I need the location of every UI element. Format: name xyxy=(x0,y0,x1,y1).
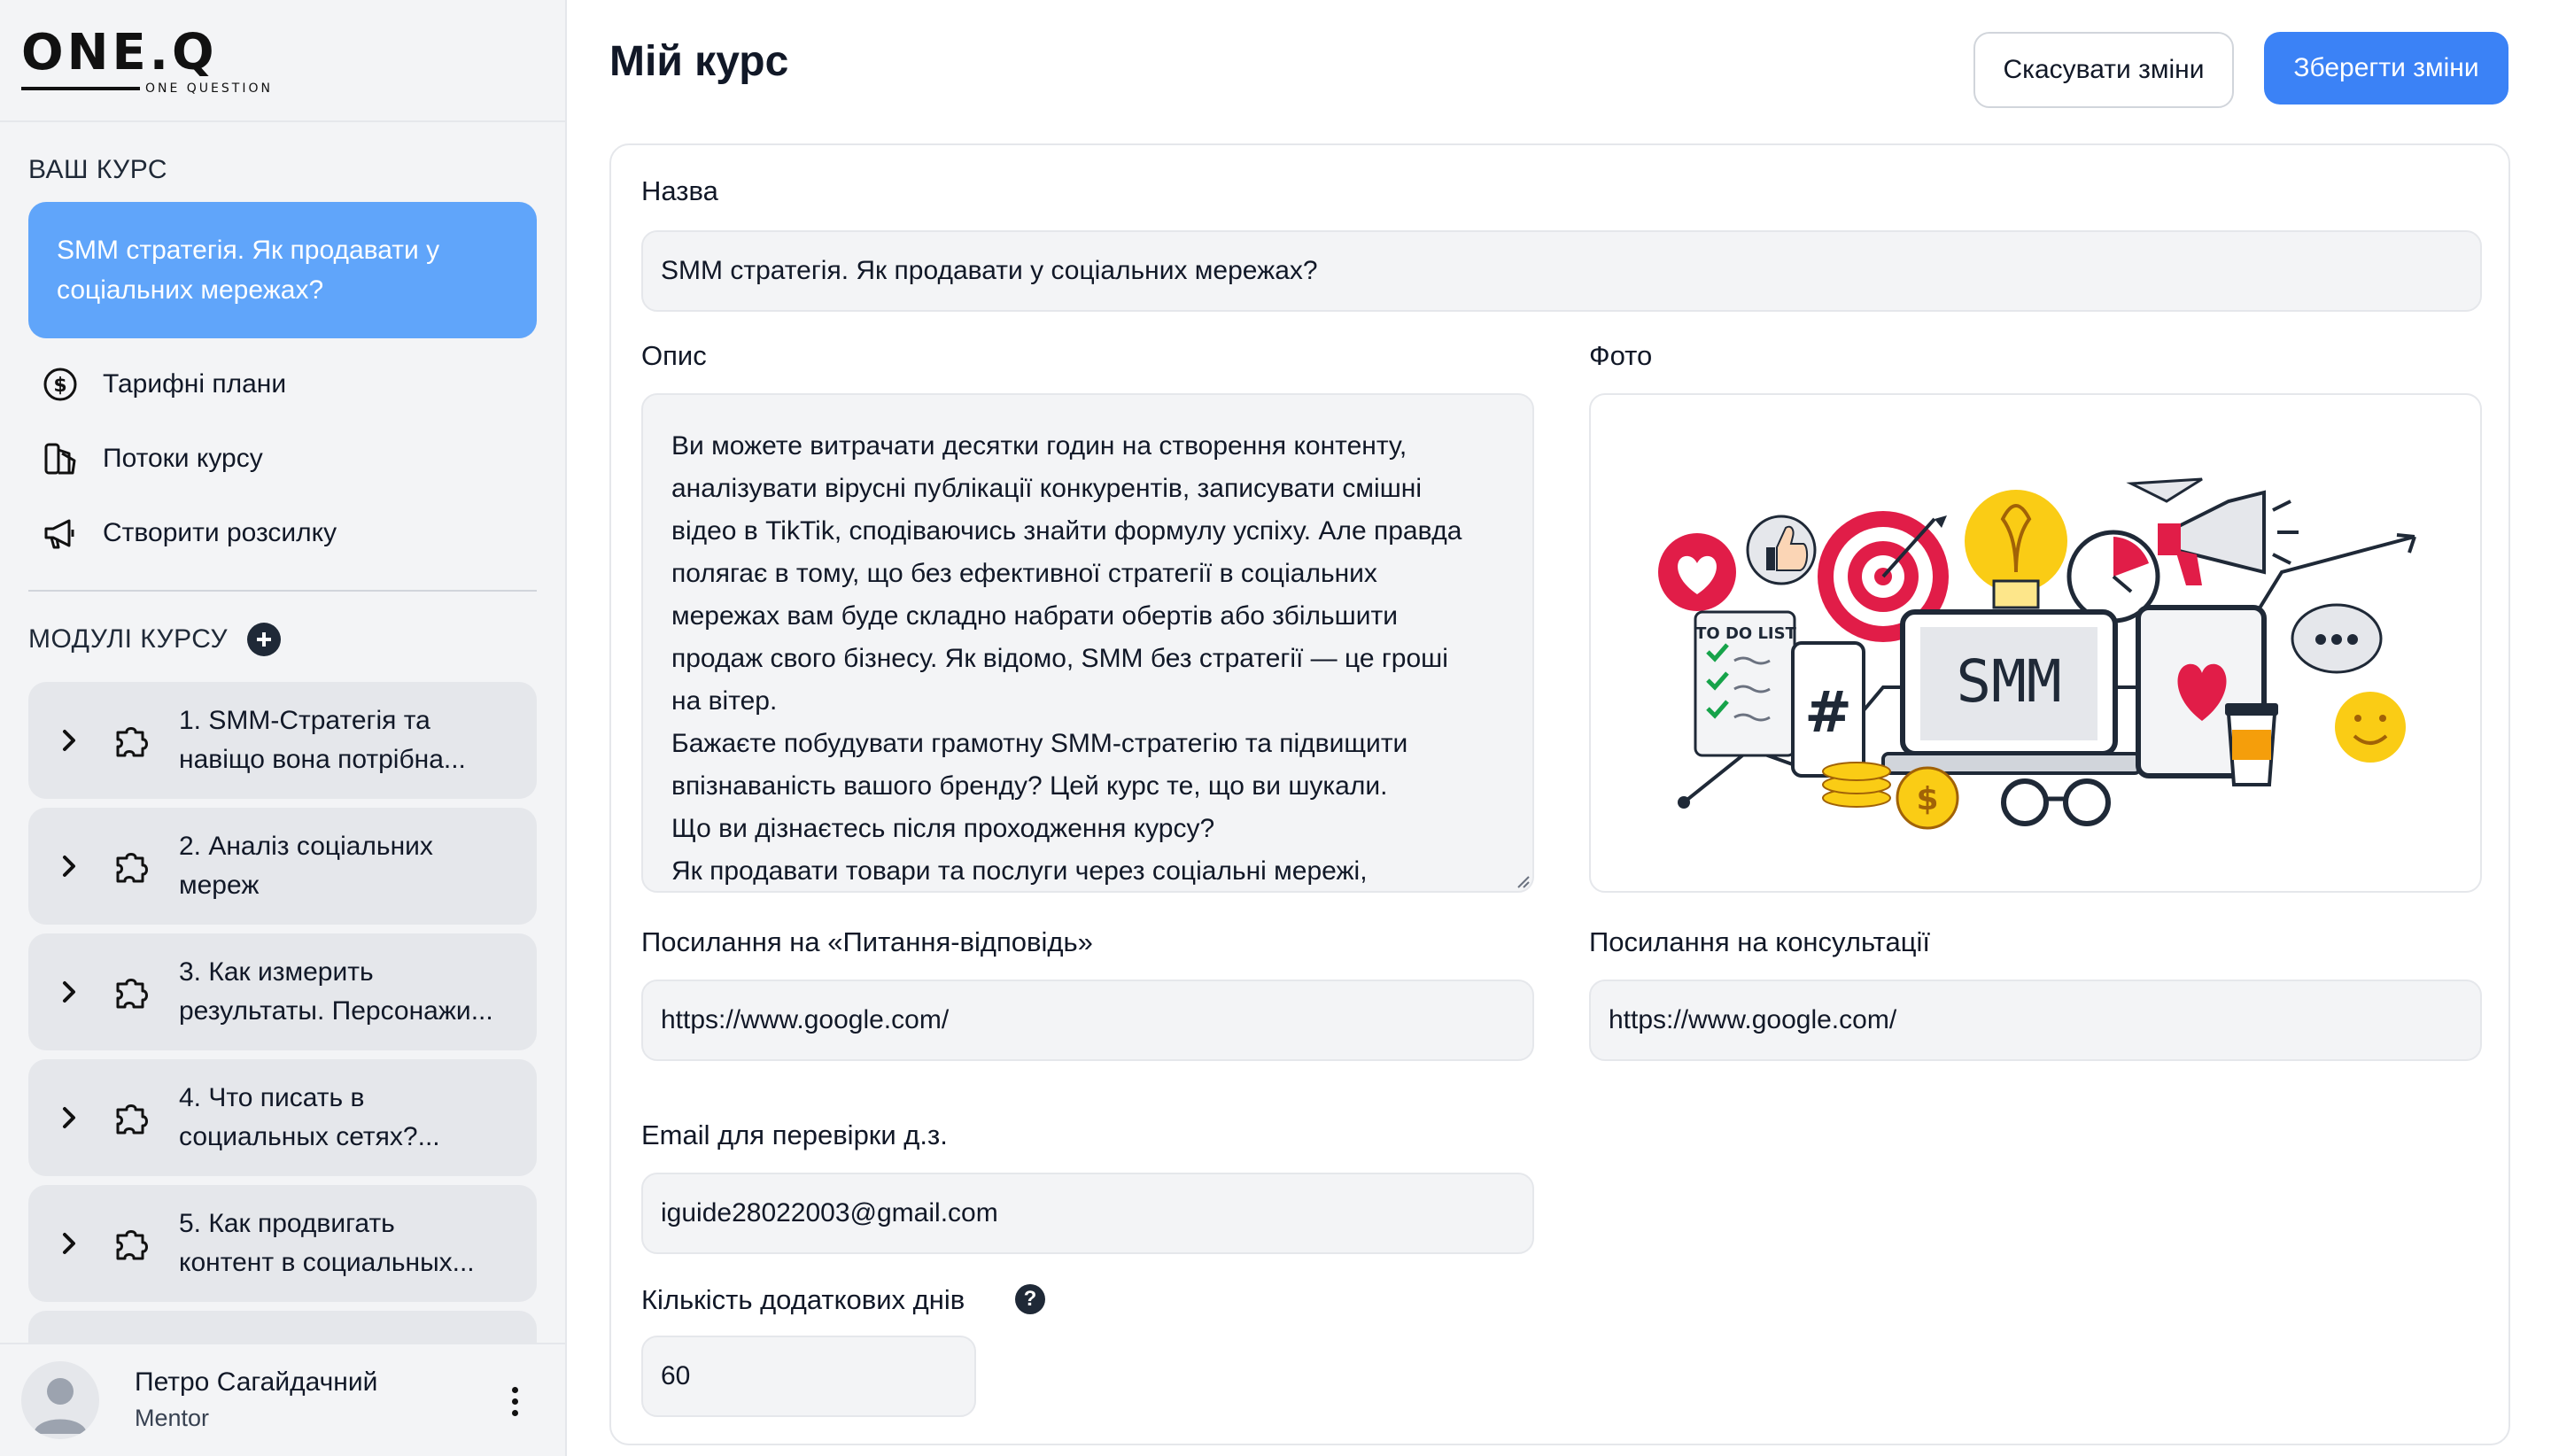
puzzle-icon xyxy=(110,1222,152,1265)
course-photo[interactable]: TO DO LIST # SMM $ xyxy=(1589,393,2482,893)
megaphone-icon xyxy=(41,514,80,553)
logo-text: ONE.Q xyxy=(21,24,218,81)
user-profile-bar[interactable]: Петро Сагайдачний Mentor xyxy=(0,1343,565,1456)
smm-screen-text: SMM xyxy=(1956,647,2061,716)
modules-heading-label: МОДУЛІ КУРСУ xyxy=(28,624,229,654)
help-icon[interactable]: ? xyxy=(1015,1284,1045,1314)
avatar xyxy=(21,1361,99,1439)
course-form-card: Назва SMM стратегія. Як продавати у соці… xyxy=(609,143,2510,1445)
svg-text:#: # xyxy=(1804,680,1852,746)
sidebar-item-create-mailing[interactable]: Створити розсилку xyxy=(0,496,565,570)
chevron-right-icon[interactable] xyxy=(60,1104,81,1131)
description-line: аналізувати вірусні публікації конкурент… xyxy=(671,474,1423,503)
sidebar-item-course-streams[interactable]: Потоки курсу xyxy=(0,422,565,496)
current-course-card[interactable]: SMM стратегія. Як продавати у соціальних… xyxy=(28,202,537,338)
description-line: Як продавати товари та послуги через соц… xyxy=(671,856,1368,886)
description-line: Бажаєте побудувати грамотну SMM-стратегі… xyxy=(671,729,1408,758)
main-content: Мій курс Скасувати зміни Зберегти зміни … xyxy=(567,0,2551,1456)
homework-email-label: Email для перевірки д.з. xyxy=(641,1119,948,1150)
module-item[interactable]: 5. Как продвигать контент в социальных..… xyxy=(28,1185,537,1302)
puzzle-icon xyxy=(110,971,152,1013)
module-title-line1: 5. Как продвигать xyxy=(179,1209,395,1238)
module-title-line2: навіщо вона потрібна... xyxy=(179,745,466,774)
module-title-line2: результаты. Персонажи... xyxy=(179,996,493,1026)
user-role: Mentor xyxy=(135,1405,210,1431)
description-line: полягає в тому, що без ефективної страте… xyxy=(671,559,1377,588)
qa-link-input[interactable]: https://www.google.com/ xyxy=(641,980,1534,1061)
smm-illustration: TO DO LIST # SMM $ xyxy=(1658,477,2416,830)
photo-label: Фото xyxy=(1589,340,1653,371)
your-course-heading: ВАШ КУРС xyxy=(28,155,168,184)
name-label: Назва xyxy=(641,175,718,206)
module-item[interactable]: 4. Что писать в социальных сетях?... xyxy=(28,1059,537,1176)
course-name-input[interactable]: SMM стратегія. Як продавати у соціальних… xyxy=(641,230,2482,312)
chevron-right-icon[interactable] xyxy=(60,1230,81,1257)
logo-underline xyxy=(21,87,140,90)
homework-email-input[interactable]: iguide28022003@gmail.com xyxy=(641,1173,1534,1254)
sidebar-item-label: Створити розсилку xyxy=(103,518,337,547)
description-line: впізнаваність вашого бренду? Цей курс те… xyxy=(671,771,1388,801)
svg-text:$: $ xyxy=(1916,781,1938,817)
page-title: Мій курс xyxy=(609,38,789,85)
module-title-line1: 4. Что писать в xyxy=(179,1083,365,1112)
plus-icon xyxy=(257,632,272,647)
user-icon xyxy=(34,1378,87,1434)
chevron-right-icon[interactable] xyxy=(60,727,81,754)
modules-heading: МОДУЛІ КУРСУ xyxy=(0,597,565,682)
description-line: мережах вам буде складно набрати обертів… xyxy=(671,601,1398,631)
puzzle-icon xyxy=(110,719,152,762)
module-title-line1: 1. SMM-Стратегія та xyxy=(179,706,430,735)
module-title-line2: контент в социальных... xyxy=(179,1248,475,1277)
sidebar-item-pricing-plans[interactable]: $ Тарифні плани xyxy=(0,347,565,422)
chevron-right-icon[interactable] xyxy=(60,979,81,1005)
module-item[interactable]: 2. Аналіз соціальних мереж xyxy=(28,808,537,925)
description-line: відео в TikTik, сподіваючись знайти форм… xyxy=(671,516,1462,546)
description-line: Що ви дізнаєтесь після проходження курсу… xyxy=(671,814,1215,843)
resize-handle-icon[interactable] xyxy=(1515,873,1531,889)
description-line: продаж свого бізнесу. Як відомо, SMM без… xyxy=(671,644,1448,673)
puzzle-icon xyxy=(110,845,152,887)
cancel-changes-button[interactable]: Скасувати зміни xyxy=(1973,32,2234,108)
dollar-circle-icon: $ xyxy=(41,365,80,404)
add-module-button[interactable] xyxy=(247,623,282,656)
chevron-right-icon[interactable] xyxy=(60,853,81,879)
extra-days-label: Кількість додаткових днів xyxy=(641,1284,965,1315)
more-options-icon[interactable] xyxy=(510,1387,519,1416)
module-title-line1: 2. Аналіз соціальних xyxy=(179,832,433,861)
description-textarea[interactable]: Ви можете витрачати десятки годин на ств… xyxy=(641,393,1534,893)
save-changes-button[interactable]: Зберегти зміни xyxy=(2264,32,2508,105)
sidebar: ONE.Q ONE QUESTION ВАШ КУРС SMM стратегі… xyxy=(0,0,567,1456)
consultations-link-input[interactable]: https://www.google.com/ xyxy=(1589,980,2482,1061)
puzzle-icon xyxy=(110,1096,152,1139)
description-line: Ви можете витрачати десятки годин на ств… xyxy=(671,431,1407,461)
module-item[interactable]: 1. SMM-Стратегія та навіщо вона потрібна… xyxy=(28,682,537,799)
consultations-link-label: Посилання на консультації xyxy=(1589,926,1931,957)
sidebar-item-label: Потоки курсу xyxy=(103,444,263,473)
module-item[interactable]: 3. Как измерить результаты. Персонажи... xyxy=(28,933,537,1050)
svg-text:$: $ xyxy=(53,375,66,397)
sidebar-item-label: Тарифні плани xyxy=(103,369,287,399)
description-label: Опис xyxy=(641,340,707,371)
sidebar-divider xyxy=(28,590,537,592)
module-title-line2: мереж xyxy=(179,871,260,900)
extra-days-input[interactable]: 60 xyxy=(641,1336,976,1417)
description-line: на вітер. xyxy=(671,686,778,716)
todo-label: TO DO LIST xyxy=(1695,624,1796,643)
logo-subtitle: ONE QUESTION xyxy=(145,81,273,96)
module-title-line2: социальных сетях?... xyxy=(179,1122,440,1151)
user-name: Петро Сагайдачний xyxy=(135,1367,378,1397)
qa-link-label: Посилання на «Питання-відповідь» xyxy=(641,926,1093,957)
module-title-line1: 3. Как измерить xyxy=(179,957,374,987)
streams-icon xyxy=(41,439,80,478)
logo[interactable]: ONE.Q ONE QUESTION xyxy=(0,0,565,122)
